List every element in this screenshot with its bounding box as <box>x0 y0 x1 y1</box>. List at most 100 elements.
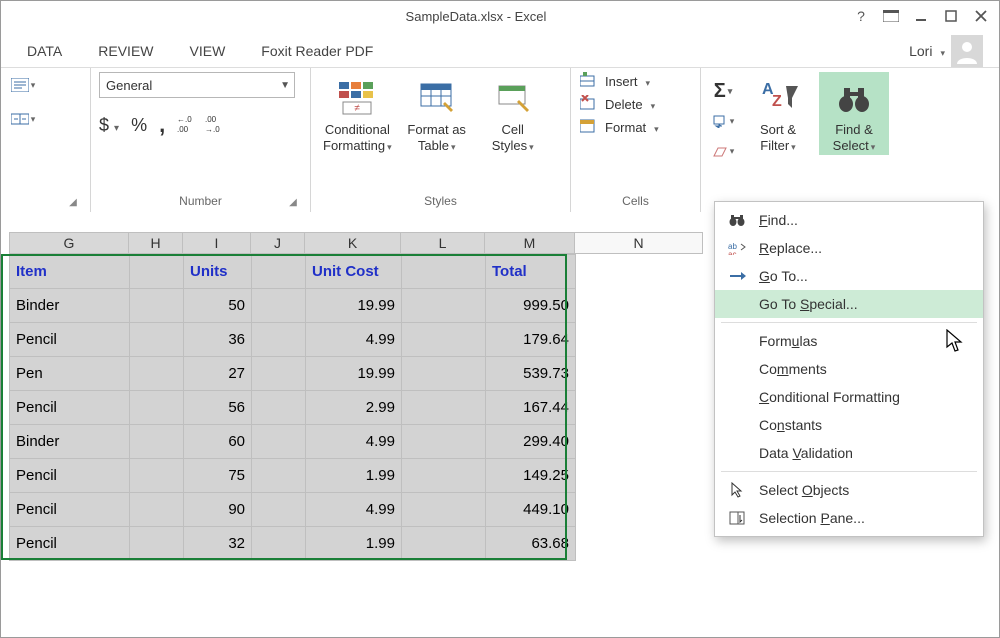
cell[interactable] <box>402 493 486 527</box>
menu-item-constants[interactable]: Constants <box>715 411 983 439</box>
cell[interactable] <box>252 289 306 323</box>
cell-styles-button[interactable]: Cell Styles <box>478 72 548 155</box>
menu-item-replace[interactable]: abac Replace... <box>715 234 983 262</box>
dialog-launcher-icon[interactable]: ◢ <box>286 195 300 209</box>
wrap-text-button[interactable] <box>9 72 37 98</box>
cell[interactable] <box>402 527 486 561</box>
cell[interactable] <box>130 289 184 323</box>
cell[interactable] <box>252 255 306 289</box>
cell-item[interactable]: Pencil <box>10 391 130 425</box>
ribbon-display-icon[interactable] <box>877 5 905 27</box>
cell-item[interactable]: Pencil <box>10 323 130 357</box>
cell-units[interactable]: 50 <box>184 289 252 323</box>
menu-item-formulas[interactable]: Formulas <box>715 327 983 355</box>
cell-item[interactable]: Pen <box>10 357 130 391</box>
cell-units[interactable]: 56 <box>184 391 252 425</box>
cell[interactable] <box>252 323 306 357</box>
find-select-button[interactable]: Find & Select <box>819 72 889 155</box>
cell[interactable] <box>402 357 486 391</box>
delete-button[interactable]: Delete <box>579 95 659 114</box>
menu-item-select-objects[interactable]: Select Objects <box>715 476 983 504</box>
cell-total[interactable]: 179.64 <box>486 323 576 357</box>
user-area[interactable]: Lori <box>909 35 991 67</box>
insert-button[interactable]: Insert <box>579 72 659 91</box>
tab-foxit[interactable]: Foxit Reader PDF <box>243 37 391 67</box>
cell-units[interactable]: 32 <box>184 527 252 561</box>
menu-item-conditional-formatting[interactable]: Conditional Formatting <box>715 383 983 411</box>
close-button[interactable] <box>967 5 995 27</box>
tab-review[interactable]: REVIEW <box>80 37 171 67</box>
cell[interactable] <box>252 425 306 459</box>
cell[interactable] <box>402 459 486 493</box>
menu-item-find[interactable]: Find... <box>715 206 983 234</box>
cell-unit-cost[interactable]: 1.99 <box>306 459 402 493</box>
minimize-button[interactable] <box>907 5 935 27</box>
cell-item[interactable]: Binder <box>10 425 130 459</box>
cell-unit-cost[interactable]: 2.99 <box>306 391 402 425</box>
menu-item-data-validation[interactable]: Data Validation <box>715 439 983 467</box>
menu-item-comments[interactable]: Comments <box>715 355 983 383</box>
header-total[interactable]: Total <box>486 255 576 289</box>
tab-data[interactable]: DATA <box>9 37 80 67</box>
comma-style-button[interactable]: , <box>159 112 165 138</box>
cell-unit-cost[interactable]: 4.99 <box>306 493 402 527</box>
col-header-J[interactable]: J <box>251 232 305 254</box>
number-format-select[interactable]: General ▼ <box>99 72 295 98</box>
currency-button[interactable]: $ ▾ <box>99 115 119 136</box>
cell-unit-cost[interactable]: 4.99 <box>306 323 402 357</box>
decrease-decimal-button[interactable]: .00→.0 <box>205 114 227 136</box>
col-header-L[interactable]: L <box>401 232 485 254</box>
col-header-M[interactable]: M <box>485 232 575 254</box>
cell[interactable] <box>130 255 184 289</box>
format-button[interactable]: Format <box>579 118 659 137</box>
format-as-table-button[interactable]: Format as Table <box>402 72 472 155</box>
col-header-K[interactable]: K <box>305 232 401 254</box>
col-header-I[interactable]: I <box>183 232 251 254</box>
col-header-N[interactable]: N <box>575 232 703 254</box>
cell-total[interactable]: 539.73 <box>486 357 576 391</box>
cell[interactable] <box>252 493 306 527</box>
sort-filter-button[interactable]: A Z Sort & Filter <box>743 72 813 155</box>
cell-item[interactable]: Pencil <box>10 459 130 493</box>
cell-units[interactable]: 75 <box>184 459 252 493</box>
cell-item[interactable]: Pencil <box>10 527 130 561</box>
cell-total[interactable]: 149.25 <box>486 459 576 493</box>
cell[interactable] <box>130 459 184 493</box>
menu-item-goto-special[interactable]: Go To Special... <box>715 290 983 318</box>
cell[interactable] <box>252 459 306 493</box>
cell-total[interactable]: 999.50 <box>486 289 576 323</box>
maximize-button[interactable] <box>937 5 965 27</box>
cell[interactable] <box>252 391 306 425</box>
cell[interactable] <box>252 527 306 561</box>
cell-unit-cost[interactable]: 19.99 <box>306 357 402 391</box>
cell-total[interactable]: 63.68 <box>486 527 576 561</box>
cell-total[interactable]: 167.44 <box>486 391 576 425</box>
header-item[interactable]: Item <box>10 255 130 289</box>
conditional-formatting-button[interactable]: ≠ Conditional Formatting <box>319 72 396 155</box>
clear-button[interactable] <box>709 138 737 164</box>
cell-total[interactable]: 449.10 <box>486 493 576 527</box>
cell[interactable] <box>402 289 486 323</box>
fill-button[interactable] <box>709 108 737 134</box>
col-header-G[interactable]: G <box>9 232 129 254</box>
avatar[interactable] <box>951 35 983 67</box>
percent-button[interactable]: % <box>131 115 147 136</box>
cell-item[interactable]: Pencil <box>10 493 130 527</box>
cell-units[interactable]: 36 <box>184 323 252 357</box>
merge-center-button[interactable] <box>9 106 37 132</box>
cell-total[interactable]: 299.40 <box>486 425 576 459</box>
cell[interactable] <box>130 493 184 527</box>
cell-units[interactable]: 27 <box>184 357 252 391</box>
autosum-button[interactable]: Σ <box>709 78 737 104</box>
cell-unit-cost[interactable]: 1.99 <box>306 527 402 561</box>
cell-unit-cost[interactable]: 4.99 <box>306 425 402 459</box>
cell[interactable] <box>130 323 184 357</box>
tab-view[interactable]: VIEW <box>172 37 244 67</box>
increase-decimal-button[interactable]: ←.0.00 <box>177 114 199 136</box>
cell[interactable] <box>130 527 184 561</box>
cell[interactable] <box>402 255 486 289</box>
cell[interactable] <box>402 323 486 357</box>
cell-item[interactable]: Binder <box>10 289 130 323</box>
cell[interactable] <box>130 425 184 459</box>
cell[interactable] <box>130 391 184 425</box>
